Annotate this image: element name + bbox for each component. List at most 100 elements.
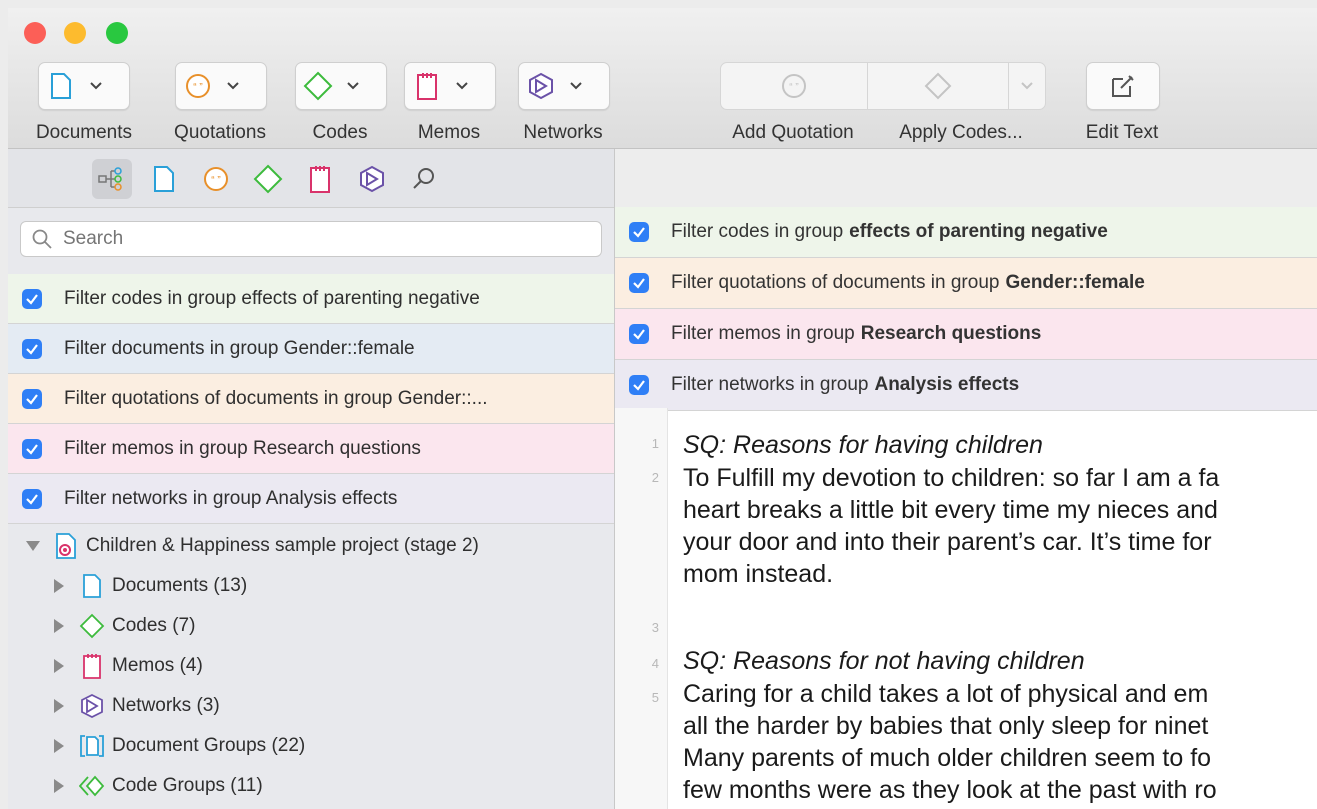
networks-button[interactable]: [518, 62, 610, 110]
search-tab[interactable]: [404, 159, 444, 199]
filter-prefix: Filter networks in group: [671, 374, 869, 395]
doc-text-line[interactable]: all the harder by babies that only sleep…: [683, 711, 1208, 741]
memo-manager-tab[interactable]: [300, 159, 340, 199]
tree-item-codes[interactable]: Codes (7): [54, 608, 195, 644]
memo-icon: [78, 653, 106, 679]
search-field[interactable]: [20, 221, 602, 257]
tree-item-documents[interactable]: Documents (13): [54, 568, 247, 604]
project-explorer: “ ” Filter codes in group effects of par…: [8, 149, 615, 809]
document-icon: [154, 166, 174, 192]
code-manager-tab[interactable]: [248, 159, 288, 199]
network-manager-tab[interactable]: [352, 159, 392, 199]
doc-heading[interactable]: SQ: Reasons for having children: [683, 430, 1043, 460]
doc-heading[interactable]: SQ: Reasons for not having children: [683, 646, 1085, 676]
checkbox[interactable]: [22, 338, 42, 359]
networks-label: Networks: [523, 122, 603, 143]
doc-text-line[interactable]: To Fulfill my devotion to children: so f…: [683, 463, 1219, 493]
editor-header: [615, 149, 1317, 208]
chevron-down-icon: [1021, 82, 1033, 90]
doc-text-line[interactable]: your door and into their parent’s car. I…: [683, 527, 1212, 557]
codes-button[interactable]: [295, 62, 387, 110]
disclosure-closed-icon[interactable]: [54, 659, 64, 673]
doc-text-line[interactable]: few months were as they look at the past…: [683, 775, 1217, 805]
line-number: 5: [651, 690, 659, 705]
disclosure-open-icon[interactable]: [26, 541, 40, 551]
tree-item-label: Memos (4): [112, 655, 203, 676]
doc-text-line[interactable]: mom instead.: [683, 559, 833, 589]
left-filter-codes[interactable]: Filter codes in group effects of parenti…: [8, 274, 614, 324]
chevron-down-icon: [449, 82, 475, 90]
disclosure-closed-icon[interactable]: [54, 699, 64, 713]
tree-root-label: Children & Happiness sample project (sta…: [86, 535, 479, 556]
close-window-button[interactable]: [24, 22, 46, 44]
memos-button[interactable]: [404, 62, 496, 110]
apply-codes-menu[interactable]: [1009, 63, 1045, 109]
left-filter-documents[interactable]: Filter documents in group Gender::female: [8, 324, 614, 374]
chevron-down-icon: [220, 82, 246, 90]
tree-item-networks[interactable]: Networks (3): [54, 688, 220, 724]
checkbox[interactable]: [629, 222, 649, 242]
quotations-button[interactable]: “ ”: [175, 62, 267, 110]
document-editor: Filter codes in group effects of parenti…: [615, 149, 1317, 809]
zoom-window-button[interactable]: [106, 22, 128, 44]
checkbox[interactable]: [22, 438, 42, 459]
project-explorer-tab[interactable]: [92, 159, 132, 199]
code-group-icon: [78, 775, 106, 797]
filter-prefix: Filter memos in group: [671, 323, 855, 344]
tree-item-label: Documents (13): [112, 575, 248, 596]
doc-text-line[interactable]: heart breaks a little bit every time my …: [683, 495, 1218, 525]
checkbox[interactable]: [629, 324, 649, 344]
doc-text-line[interactable]: Many parents of much older children seem…: [683, 743, 1211, 773]
checkbox[interactable]: [629, 375, 649, 395]
documents-button[interactable]: [38, 62, 130, 110]
navigator-bar: “ ”: [8, 149, 614, 208]
checkbox[interactable]: [22, 488, 42, 509]
left-filter-networks[interactable]: Filter networks in group Analysis effect…: [8, 474, 614, 524]
checkbox[interactable]: [629, 273, 649, 293]
checkbox[interactable]: [22, 288, 42, 309]
filter-prefix: Filter codes in group: [671, 221, 844, 242]
disclosure-closed-icon[interactable]: [54, 579, 64, 593]
toolbar: Documents “ ” Quotations Codes Memos Net…: [8, 8, 1317, 149]
left-filter-quotations[interactable]: Filter quotations of documents in group …: [8, 374, 614, 424]
tree-item-memos[interactable]: Memos (4): [54, 648, 203, 684]
document-manager-tab[interactable]: [144, 159, 184, 199]
tree-item-document-groups[interactable]: Document Groups (22): [54, 728, 305, 764]
disclosure-closed-icon[interactable]: [54, 619, 64, 633]
filter-group-name: Gender::female: [1005, 272, 1145, 293]
memos-label: Memos: [417, 122, 481, 143]
edit-text-label: Edit Text: [1085, 122, 1159, 143]
edit-text-button[interactable]: [1086, 62, 1160, 110]
add-quotation-button[interactable]: “ ”: [721, 63, 868, 109]
disclosure-closed-icon[interactable]: [54, 739, 64, 753]
tree-root[interactable]: Children & Happiness sample project (sta…: [26, 528, 479, 564]
line-number: 1: [651, 436, 659, 451]
apply-codes-label: Apply Codes...: [899, 122, 1023, 143]
checkbox[interactable]: [22, 388, 42, 409]
left-filter-memos[interactable]: Filter memos in group Research questions: [8, 424, 614, 474]
edit-pencil-icon: [1112, 75, 1134, 97]
right-filter-networks[interactable]: Filter networks in group Analysis effect…: [615, 360, 1317, 411]
apply-codes-button[interactable]: [868, 63, 1009, 109]
tree-item-label: Codes (7): [112, 615, 196, 636]
network-icon: [360, 165, 384, 193]
search-input[interactable]: [61, 227, 585, 251]
filter-prefix: Filter quotations of documents in group: [671, 272, 1000, 293]
search-icon: [413, 168, 434, 189]
chevron-down-icon: [340, 82, 366, 90]
right-filter-memos[interactable]: Filter memos in group Research questions: [615, 309, 1317, 360]
code-icon: [253, 164, 283, 194]
right-filter-quotations[interactable]: Filter quotations of documents in group …: [615, 258, 1317, 309]
line-number-gutter: 1 2 3 4 5: [615, 408, 668, 809]
doc-text-line[interactable]: Caring for a child takes a lot of physic…: [683, 679, 1208, 709]
tree-item-code-groups[interactable]: Code Groups (11): [54, 768, 263, 804]
svg-text:“ ”: “ ”: [193, 82, 202, 93]
tree-item-label: Document Groups (22): [112, 735, 306, 756]
disclosure-closed-icon[interactable]: [54, 779, 64, 793]
minimize-window-button[interactable]: [64, 22, 86, 44]
quotation-manager-tab[interactable]: “ ”: [196, 159, 236, 199]
filter-label: Filter memos in group Research questions: [64, 437, 421, 459]
code-icon: [296, 71, 340, 101]
right-filter-codes[interactable]: Filter codes in group effects of parenti…: [615, 207, 1317, 258]
line-number: 2: [651, 470, 659, 485]
